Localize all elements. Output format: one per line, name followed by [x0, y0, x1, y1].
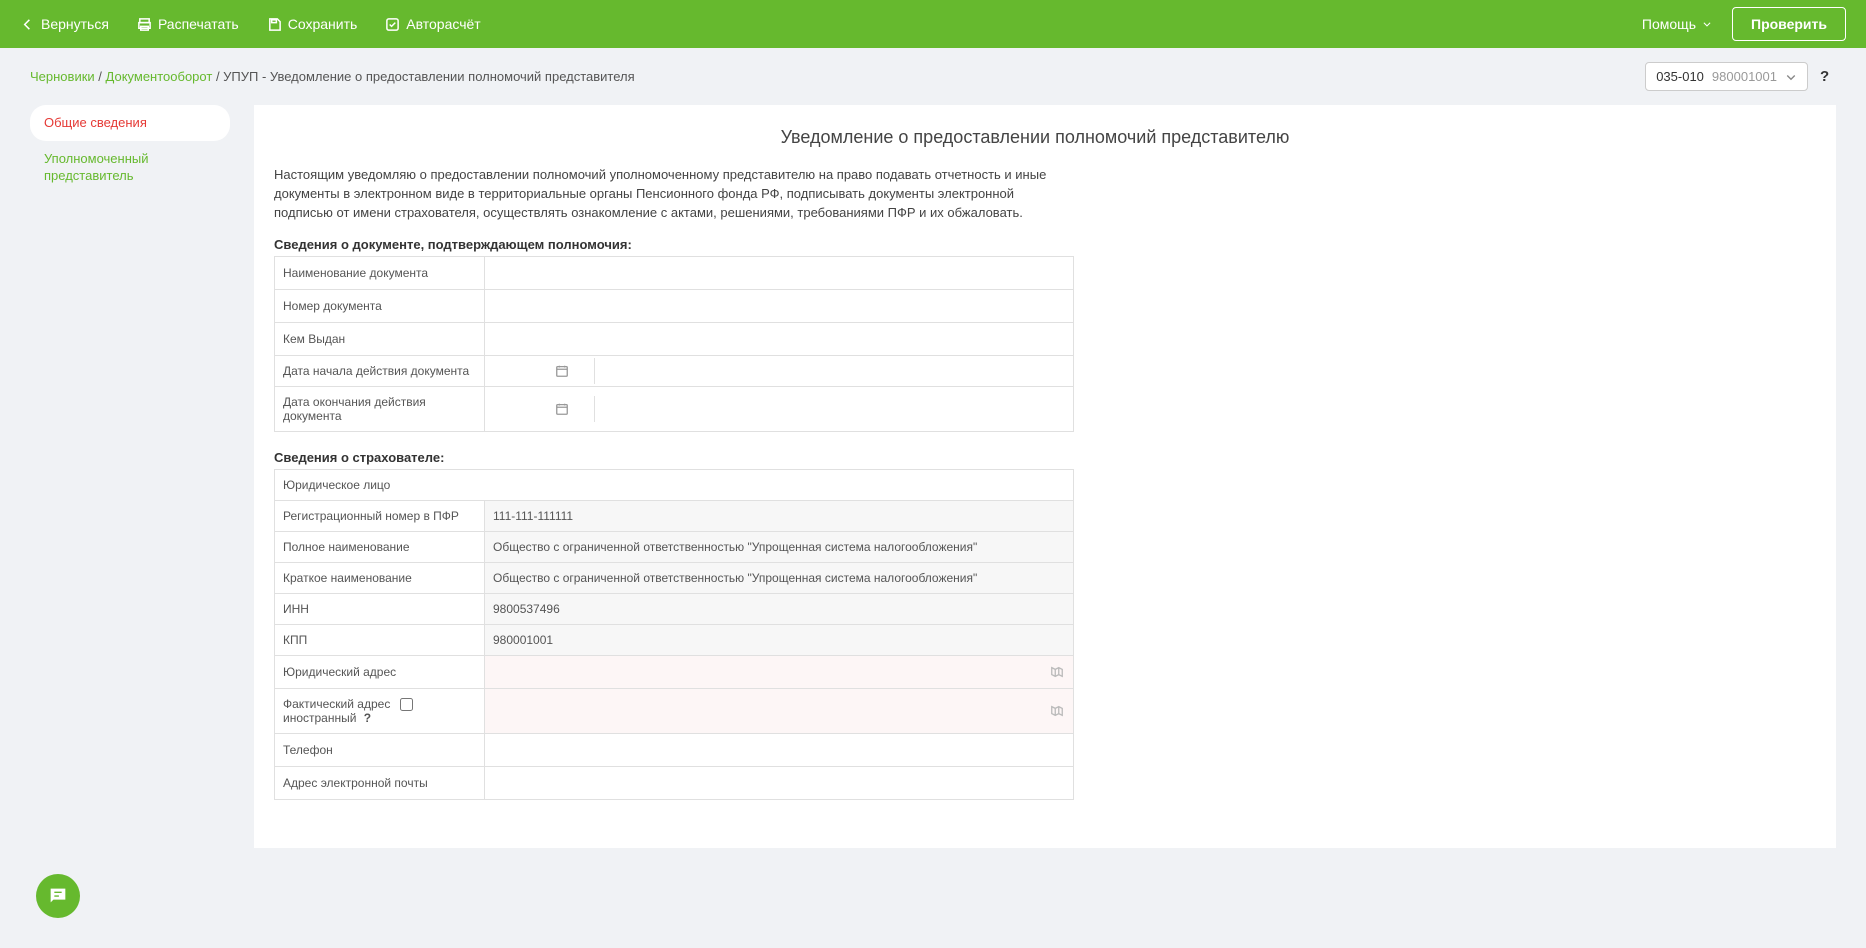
label-start-date: Дата начала действия документа — [275, 355, 485, 386]
chevron-down-icon — [1702, 19, 1712, 29]
topbar-left: Вернуться Распечатать Сохранить Авторасч… — [20, 16, 481, 32]
entity-type: Юридическое лицо — [275, 469, 1074, 500]
row-reg-num: Регистрационный номер в ПФР 111-111-1111… — [275, 500, 1074, 531]
org-code: 035-010 — [1656, 69, 1704, 84]
help-dropdown[interactable]: Помощь — [1642, 16, 1712, 32]
doc-section-table: Наименование документа Номер документа К… — [274, 256, 1074, 432]
help-label: Помощь — [1642, 16, 1696, 32]
breadcrumb-docflow[interactable]: Документооборот — [106, 69, 213, 84]
check-button[interactable]: Проверить — [1732, 7, 1846, 41]
check-square-icon — [385, 17, 400, 32]
autocalc-button[interactable]: Авторасчёт — [385, 16, 480, 32]
print-button[interactable]: Распечатать — [137, 16, 239, 32]
row-doc-number: Номер документа — [275, 289, 1074, 322]
org-sub: 980001001 — [1712, 69, 1777, 84]
save-button[interactable]: Сохранить — [267, 16, 358, 32]
value-kpp: 980001001 — [485, 624, 1074, 655]
subbar: Черновики / Документооборот / УПУП - Уве… — [0, 48, 1866, 105]
input-doc-number[interactable] — [488, 293, 1070, 319]
input-end-date[interactable] — [485, 396, 555, 422]
back-label: Вернуться — [41, 16, 109, 32]
label-end-date: Дата окончания действия документа — [275, 386, 485, 431]
label-legal-addr: Юридический адрес — [275, 655, 485, 688]
doc-section-heading: Сведения о документе, подтверждающем пол… — [274, 237, 1796, 252]
content-panel: Уведомление о предоставлении полномочий … — [254, 105, 1836, 848]
save-label: Сохранить — [288, 16, 358, 32]
chat-fab[interactable] — [36, 874, 80, 918]
label-doc-number: Номер документа — [275, 289, 485, 322]
row-end-date: Дата окончания действия документа — [275, 386, 1074, 431]
row-actual-addr: Фактический адрес иностранный ? — [275, 688, 1074, 733]
sidenav-general[interactable]: Общие сведения — [30, 105, 230, 141]
row-entity-type: Юридическое лицо — [275, 469, 1074, 500]
label-actual-addr: Фактический адрес иностранный ? — [275, 688, 485, 733]
printer-icon — [137, 17, 152, 32]
input-doc-name[interactable] — [488, 260, 1070, 286]
sidenav: Общие сведения Уполномоченный представит… — [30, 105, 230, 194]
breadcrumb: Черновики / Документооборот / УПУП - Уве… — [30, 69, 635, 84]
label-doc-name: Наименование документа — [275, 256, 485, 289]
help-icon[interactable]: ? — [364, 711, 371, 725]
autocalc-label: Авторасчёт — [406, 16, 480, 32]
page-intro: Настоящим уведомляю о предоставлении пол… — [274, 166, 1074, 223]
topbar-right: Помощь Проверить — [1642, 7, 1846, 41]
row-issued-by: Кем Выдан — [275, 322, 1074, 355]
label-email: Адрес электронной почты — [275, 766, 485, 799]
sidenav-representative[interactable]: Уполномоченный представитель — [30, 141, 230, 194]
label-issued-by: Кем Выдан — [275, 322, 485, 355]
row-start-date: Дата начала действия документа — [275, 355, 1074, 386]
label-kpp: КПП — [275, 624, 485, 655]
row-doc-name: Наименование документа — [275, 256, 1074, 289]
input-start-date[interactable] — [485, 358, 555, 384]
breadcrumb-drafts[interactable]: Черновики — [30, 69, 95, 84]
checkbox-foreign[interactable] — [400, 698, 413, 711]
value-short-name: Общество с ограниченной ответственностью… — [485, 562, 1074, 593]
input-legal-addr[interactable] — [488, 659, 1050, 685]
label-short-name: Краткое наименование — [275, 562, 485, 593]
label-foreign: иностранный — [283, 711, 356, 725]
row-email: Адрес электронной почты — [275, 766, 1074, 799]
insurer-section-table: Юридическое лицо Регистрационный номер в… — [274, 469, 1074, 800]
chevron-left-icon — [20, 17, 35, 32]
help-icon[interactable]: ? — [1820, 69, 1836, 85]
row-kpp: КПП 980001001 — [275, 624, 1074, 655]
row-phone: Телефон — [275, 733, 1074, 766]
row-short-name: Краткое наименование Общество с ограниче… — [275, 562, 1074, 593]
topbar: Вернуться Распечатать Сохранить Авторасч… — [0, 0, 1866, 48]
label-full-name: Полное наименование — [275, 531, 485, 562]
print-label: Распечатать — [158, 16, 239, 32]
breadcrumb-current: УПУП - Уведомление о предоставлении полн… — [223, 69, 635, 84]
value-reg-num: 111-111-111111 — [485, 500, 1074, 531]
row-inn: ИНН 9800537496 — [275, 593, 1074, 624]
back-button[interactable]: Вернуться — [20, 16, 109, 32]
org-select[interactable]: 035-010 980001001 — [1645, 62, 1808, 91]
label-reg-num: Регистрационный номер в ПФР — [275, 500, 485, 531]
value-full-name: Общество с ограниченной ответственностью… — [485, 531, 1074, 562]
input-actual-addr[interactable] — [488, 698, 1050, 724]
input-email[interactable] — [488, 770, 1070, 796]
value-inn: 9800537496 — [485, 593, 1074, 624]
label-phone: Телефон — [275, 733, 485, 766]
map-icon[interactable] — [1050, 704, 1064, 718]
map-icon[interactable] — [1050, 665, 1064, 679]
calendar-icon[interactable] — [555, 402, 569, 416]
save-icon — [267, 17, 282, 32]
input-issued-by[interactable] — [488, 326, 1070, 352]
chevron-down-icon — [1785, 71, 1797, 83]
label-inn: ИНН — [275, 593, 485, 624]
calendar-icon[interactable] — [555, 364, 569, 378]
page-title: Уведомление о предоставлении полномочий … — [274, 127, 1796, 148]
insurer-section-heading: Сведения о страхователе: — [274, 450, 1796, 465]
row-legal-addr: Юридический адрес — [275, 655, 1074, 688]
chat-icon — [47, 885, 69, 907]
input-phone[interactable] — [488, 737, 1070, 763]
row-full-name: Полное наименование Общество с ограничен… — [275, 531, 1074, 562]
